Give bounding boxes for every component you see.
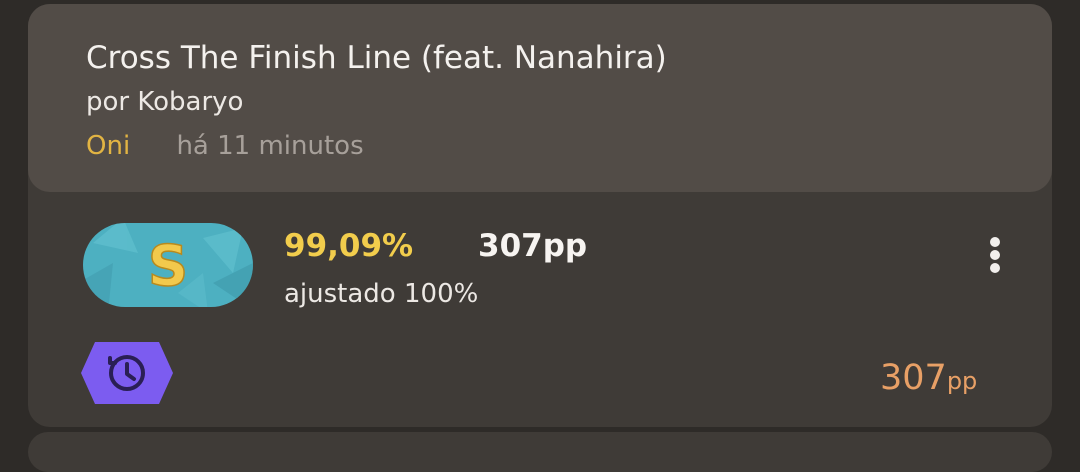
pp-value: 307pp [478,228,588,264]
more-vertical-icon[interactable] [980,234,1010,276]
rank-badge: S [83,223,253,307]
rank-letter: S [148,234,188,299]
total-pp-number: 307 [880,358,947,398]
next-score-card[interactable] [28,432,1052,472]
score-card[interactable]: Cross The Finish Line (feat. Nanahira) p… [28,4,1052,427]
adjusted-accuracy: ajustado 100% [284,279,479,309]
total-pp-unit: pp [946,367,978,395]
score-meta: Oni há 11 minutos [86,131,364,161]
total-pp: 307pp [880,358,977,398]
history-icon[interactable] [81,342,173,404]
accuracy-value: 99,09% [284,228,414,264]
difficulty-label: Oni [86,131,131,161]
beatmap-header[interactable]: Cross The Finish Line (feat. Nanahira) p… [28,4,1052,192]
beatmap-title: Cross The Finish Line (feat. Nanahira) [86,40,667,76]
beatmap-artist: por Kobaryo [86,87,244,117]
time-ago-label: há 11 minutos [176,131,364,161]
